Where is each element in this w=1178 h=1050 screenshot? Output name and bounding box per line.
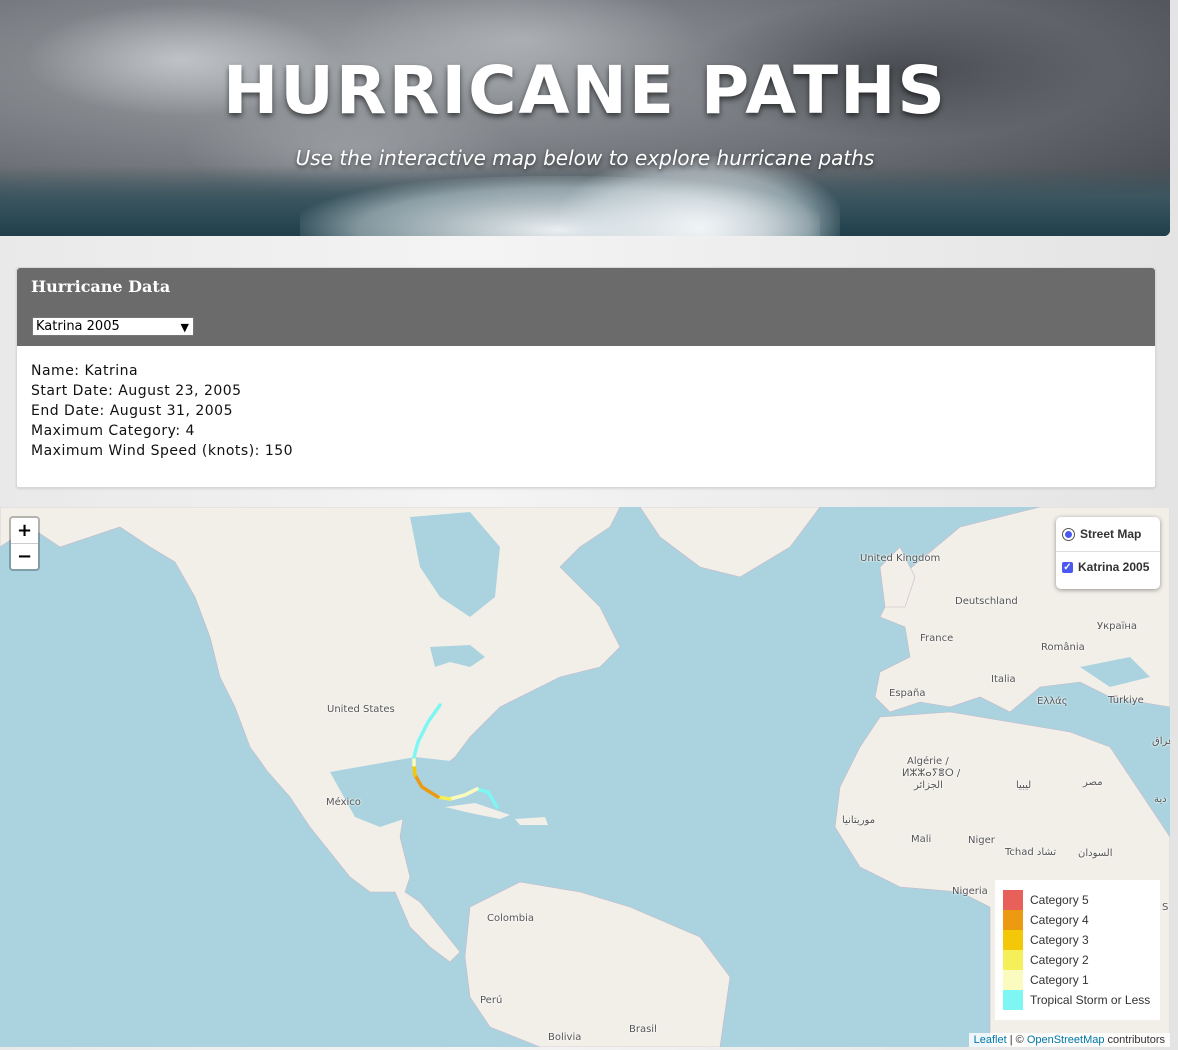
- legend-swatch: [1003, 910, 1023, 930]
- legend-item: Category 2: [1003, 950, 1089, 970]
- storm-select-value: Katrina 2005: [36, 319, 120, 334]
- legend-item: Category 5: [1003, 890, 1089, 910]
- panel-header: Hurricane Data Katrina 2005 ▼: [17, 268, 1155, 346]
- label-s-edge: S: [1162, 902, 1169, 913]
- detail-name: Name: Katrina: [31, 363, 139, 379]
- detail-max-wind: Maximum Wind Speed (knots): 150: [31, 443, 294, 459]
- legend-swatch: [1003, 950, 1023, 970]
- category-legend: Category 5 Category 4 Category 3 Categor…: [995, 880, 1160, 1020]
- south-america-landmass: [464, 881, 731, 1047]
- label-france: France: [920, 633, 954, 644]
- site-title: HURRICANE PATHS: [223, 52, 947, 129]
- detail-end-date: End Date: August 31, 2005: [31, 403, 233, 419]
- label-ellas: Ελλάς: [1037, 696, 1068, 707]
- label-misr: مصر: [1083, 777, 1103, 788]
- label-iraq: عراق: [1152, 736, 1170, 747]
- legend-swatch: [1003, 930, 1023, 950]
- label-bolivia: Bolivia: [548, 1032, 582, 1043]
- zoom-control: + −: [9, 516, 40, 571]
- label-deutschland: Deutschland: [955, 596, 1018, 607]
- label-mauritania: موريتانيا: [842, 815, 876, 826]
- greenland: [639, 507, 821, 578]
- legend-item: Category 4: [1003, 910, 1089, 930]
- label-turkiye: Türkiye: [1108, 695, 1144, 706]
- zoom-out-button[interactable]: −: [11, 543, 38, 569]
- layers-control: Street Map ✓ Katrina 2005: [1056, 517, 1160, 589]
- label-sudan: السودان: [1078, 848, 1113, 859]
- hispaniola: [515, 817, 548, 825]
- label-ukraina: Україна: [1097, 621, 1138, 632]
- layers-divider: [1056, 551, 1160, 552]
- label-libya: ليبيا: [1016, 780, 1032, 791]
- base-layer-label: Street Map: [1080, 527, 1142, 541]
- label-brasil: Brasil: [629, 1024, 657, 1035]
- radio-icon[interactable]: [1062, 527, 1075, 541]
- label-united-kingdom: United Kingdom: [860, 553, 941, 564]
- label-united-states: United States: [327, 704, 395, 715]
- hurricane-data-panel: Hurricane Data Katrina 2005 ▼ Name: Katr…: [16, 267, 1156, 488]
- site-subtitle: Use the interactive map below to explore…: [295, 146, 875, 170]
- label-mexico: México: [326, 797, 361, 808]
- label-arabia: دية: [1154, 794, 1167, 805]
- label-romania: România: [1041, 642, 1085, 653]
- detail-start-date: Start Date: August 23, 2005: [31, 383, 242, 399]
- legend-swatch: [1003, 970, 1023, 990]
- legend-swatch: [1003, 990, 1023, 1010]
- label-algerie-2: ⵍⵣⵣⴰⵢⴻⵔ /: [902, 768, 961, 779]
- overlay-layer-option[interactable]: ✓ Katrina 2005: [1062, 560, 1149, 574]
- legend-item: Category 3: [1003, 930, 1089, 950]
- leaflet-link[interactable]: Leaflet: [974, 1034, 1007, 1046]
- map-attribution: Leaflet | © OpenStreetMap contributors: [968, 1033, 1170, 1047]
- label-niger: Niger: [968, 835, 995, 846]
- overlay-layer-label: Katrina 2005: [1078, 560, 1150, 574]
- legend-item: Tropical Storm or Less: [1003, 990, 1150, 1010]
- label-colombia: Colombia: [487, 913, 534, 924]
- legend-item: Category 1: [1003, 970, 1089, 990]
- label-algerie-3: الجزائر: [914, 780, 943, 791]
- checkbox-icon[interactable]: ✓: [1062, 561, 1073, 573]
- label-peru: Perú: [480, 995, 503, 1006]
- label-espana: España: [889, 688, 926, 699]
- label-tchad: Tchad تشاد: [1005, 847, 1057, 858]
- header-banner: HURRICANE PATHS Use the interactive map …: [0, 0, 1170, 236]
- detail-max-category: Maximum Category: 4: [31, 423, 195, 439]
- storm-select[interactable]: Katrina 2005 ▼: [32, 317, 194, 336]
- legend-swatch: [1003, 890, 1023, 910]
- label-italia: Italia: [991, 674, 1016, 685]
- label-algerie-1: Algérie /: [907, 756, 949, 767]
- chevron-down-icon: ▼: [180, 321, 189, 334]
- hurricane-map[interactable]: United Kingdom Deutschland Україна Franc…: [0, 507, 1170, 1047]
- osm-link[interactable]: OpenStreetMap: [1027, 1034, 1105, 1046]
- label-mali: Mali: [911, 834, 932, 845]
- storm-details: Name: Katrina Start Date: August 23, 200…: [17, 346, 1155, 476]
- zoom-in-button[interactable]: +: [11, 518, 38, 543]
- label-nigeria: Nigeria: [952, 886, 988, 897]
- base-layer-option[interactable]: Street Map: [1062, 527, 1141, 541]
- panel-title: Hurricane Data: [31, 277, 171, 296]
